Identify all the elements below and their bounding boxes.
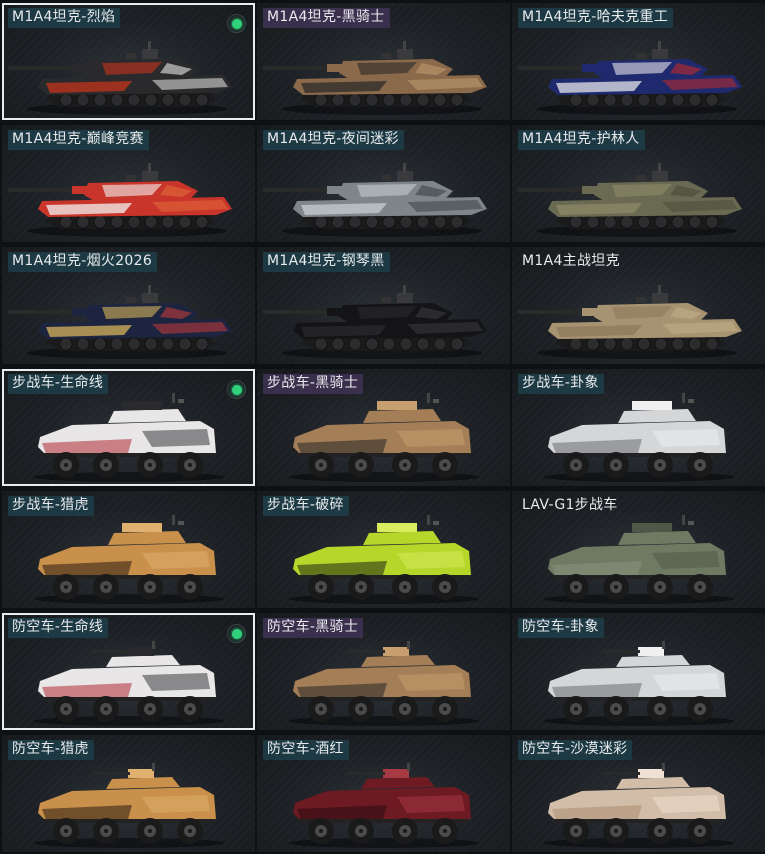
tank-model (518, 41, 742, 115)
skin-name: M1A4坦克-巅峰竞赛 (8, 130, 149, 150)
ifv-model (289, 393, 479, 482)
skin-card[interactable]: M1A4坦克-护林人 (512, 125, 765, 242)
tank-model (518, 285, 742, 359)
skin-name: M1A4坦克-烈焰 (8, 8, 121, 28)
skin-card[interactable]: M1A4坦克-烟火2026 (2, 247, 255, 364)
ifv-model (544, 393, 734, 482)
skin-name: M1A4坦克-哈夫克重工 (518, 8, 674, 28)
equipped-indicator-icon (227, 624, 246, 643)
skin-card[interactable]: 步战车-黑骑士 (257, 369, 510, 486)
tank-model (263, 285, 487, 359)
skin-name: M1A4主战坦克 (522, 253, 620, 269)
skin-card[interactable]: LAV-G1步战车 (512, 491, 765, 608)
skin-name: 防空车-生命线 (8, 618, 109, 638)
skin-card[interactable]: M1A4坦克-烈焰 (2, 3, 255, 120)
aa-vehicle-model (289, 763, 479, 848)
skin-name: 防空车-酒红 (263, 740, 349, 760)
skin-card[interactable]: 防空车-酒红 (257, 735, 510, 852)
tank-model (263, 41, 487, 115)
aa-vehicle-model (289, 641, 479, 726)
tank-model (8, 285, 232, 359)
ifv-model (34, 393, 224, 482)
ifv-model (289, 515, 479, 604)
skin-grid: M1A4坦克-烈焰 M1A4坦克-黑骑士 M1A4坦克-哈夫克重工 M1A4坦克-巅峰… (0, 0, 765, 854)
skin-card[interactable]: M1A4坦克-夜间迷彩 (257, 125, 510, 242)
skin-name: 防空车-猎虎 (8, 740, 94, 760)
skin-card[interactable]: M1A4坦克-钢琴黑 (257, 247, 510, 364)
skin-card[interactable]: M1A4坦克-黑骑士 (257, 3, 510, 120)
tank-model (263, 163, 487, 237)
skin-name: M1A4坦克-烟火2026 (8, 252, 158, 272)
aa-vehicle-model (34, 641, 224, 726)
skin-card[interactable]: 防空车-沙漠迷彩 (512, 735, 765, 852)
aa-vehicle-model (34, 763, 224, 848)
skin-card[interactable]: 步战车-猎虎 (2, 491, 255, 608)
skin-name: 防空车-卦象 (518, 618, 604, 638)
skin-name: 防空车-黑骑士 (263, 618, 364, 638)
skin-name: 步战车-猎虎 (8, 496, 94, 516)
skin-name: M1A4坦克-黑骑士 (263, 8, 390, 28)
skin-name: M1A4坦克-护林人 (518, 130, 645, 150)
tank-model (8, 41, 232, 115)
skin-card[interactable]: 步战车-破碎 (257, 491, 510, 608)
skin-name: 步战车-破碎 (263, 496, 349, 516)
equipped-indicator-icon (227, 380, 246, 399)
aa-vehicle-model (544, 641, 734, 726)
ifv-model (544, 515, 734, 604)
skin-name: 步战车-生命线 (8, 374, 109, 394)
skin-name: 步战车-黑骑士 (263, 374, 364, 394)
skin-card[interactable]: 防空车-卦象 (512, 613, 765, 730)
skin-name: 防空车-沙漠迷彩 (518, 740, 633, 760)
skin-name: M1A4坦克-夜间迷彩 (263, 130, 404, 150)
skin-card[interactable]: 步战车-卦象 (512, 369, 765, 486)
skin-card[interactable]: 防空车-猎虎 (2, 735, 255, 852)
equipped-indicator-icon (227, 14, 246, 33)
skin-card[interactable]: M1A4主战坦克 (512, 247, 765, 364)
skin-name: LAV-G1步战车 (522, 497, 618, 513)
ifv-model (34, 515, 224, 604)
skin-card[interactable]: 防空车-黑骑士 (257, 613, 510, 730)
aa-vehicle-model (544, 763, 734, 848)
tank-model (518, 163, 742, 237)
skin-card[interactable]: M1A4坦克-哈夫克重工 (512, 3, 765, 120)
skin-card[interactable]: M1A4坦克-巅峰竞赛 (2, 125, 255, 242)
skin-card[interactable]: 步战车-生命线 (2, 369, 255, 486)
skin-name: 步战车-卦象 (518, 374, 604, 394)
tank-model (8, 163, 232, 237)
skin-name: M1A4坦克-钢琴黑 (263, 252, 390, 272)
skin-card[interactable]: 防空车-生命线 (2, 613, 255, 730)
